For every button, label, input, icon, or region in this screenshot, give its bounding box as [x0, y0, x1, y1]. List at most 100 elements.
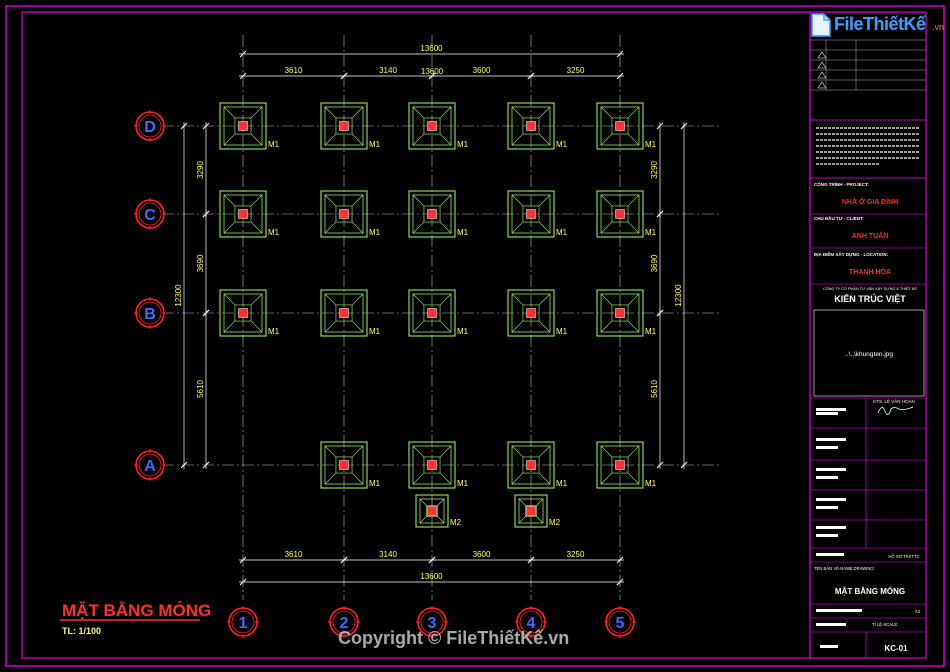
footing-m1-A4-slope	[538, 472, 551, 485]
footing-m1-C5-slope	[627, 221, 640, 234]
client-label: CHỦ ĐẦU TƯ - CLIENT:	[814, 215, 864, 221]
footing-m1-D4-slope	[538, 133, 551, 146]
tb-sign-label-0	[816, 408, 846, 411]
watermark-brand: FileThiếtKế	[834, 14, 926, 34]
grid-bubble-col-5-label: 5	[616, 615, 625, 632]
footing-m2-a-slope	[419, 498, 427, 506]
footing-m1-D4-slope	[538, 106, 551, 119]
footing-m1-C2-slope	[351, 221, 364, 234]
footing-m1-D1-slope	[223, 106, 236, 119]
paper-size: A3	[915, 609, 921, 614]
inner-border	[21, 11, 927, 659]
grid-bubble-col-1: 1	[227, 606, 259, 638]
footing-m1-C5-slope	[600, 194, 613, 207]
project-name: NHÀ Ở GIA ĐÌNH	[842, 197, 898, 206]
footing-m1-D3-column	[427, 121, 437, 131]
footing-m1-D3-slope	[439, 106, 452, 119]
dim-top-seg-3-text: 3250	[567, 66, 585, 75]
grid-bubble-col-5: 5	[604, 606, 636, 638]
footing-m1-B5-slope	[600, 293, 613, 306]
tb-sign-label-4	[816, 534, 838, 537]
footing-m1-B3-slope	[439, 320, 452, 333]
drawing-scale: TL: 1/100	[62, 626, 101, 636]
grid-bubble-row-C: C	[134, 198, 166, 230]
footing-m1-A5-label: M1	[645, 479, 657, 488]
dim-left-seg-0-text: 3290	[196, 161, 205, 179]
footing-m1-C1-slope	[223, 221, 236, 234]
footing-m1-C4-slope	[538, 194, 551, 207]
sheet-number: KC-01	[884, 644, 908, 653]
tb-stage-label	[816, 553, 844, 556]
footing-m1-C3-slope	[439, 221, 452, 234]
footing-m2-b-label: M2	[549, 518, 561, 527]
watermark-logo: FileThiếtKế .vn	[808, 8, 948, 40]
tb-sign-label-4	[816, 526, 846, 529]
footing-m1-D5-slope	[627, 106, 640, 119]
location-label: ĐỊA ĐIỂM XÂY DỰNG - LOCATION:	[814, 251, 889, 257]
revision-triangle-icon	[817, 61, 827, 69]
footing-m1-A3-label: M1	[457, 479, 469, 488]
footing-m1-C4-slope	[511, 194, 524, 207]
footing-m1-B2-label: M1	[369, 327, 381, 336]
footing-m1-C3-label: M1	[457, 228, 469, 237]
footing-m1-D1-slope	[250, 133, 263, 146]
footing-m1-D2-slope	[324, 106, 337, 119]
footing-m2-a-slope	[419, 516, 427, 524]
footing-m1-C1-label: M1	[268, 228, 280, 237]
dim-bottom-total-text: 13600	[420, 572, 443, 581]
footing-m1-D1-slope	[250, 106, 263, 119]
tb-date-label	[816, 623, 846, 626]
footing-m1-C3-slope	[412, 194, 425, 207]
title-block-frame	[809, 11, 927, 659]
footing-m1-B5-column	[615, 308, 625, 318]
footing-m1-D4-label: M1	[556, 140, 568, 149]
footing-m1-D3-slope	[412, 106, 425, 119]
footing-m1-A2-column	[339, 460, 349, 470]
footing-m1-B3-slope	[412, 293, 425, 306]
footing-m1-C2-slope	[324, 221, 337, 234]
watermark-tld: .vn	[932, 22, 945, 32]
footing-m1-A3-slope	[439, 445, 452, 458]
watermark-copyright: Copyright © FileThiếtKế.vn	[338, 628, 570, 648]
footing-m1-B5-label: M1	[645, 327, 657, 336]
foundation-plan-sheet: 13600 3610 3140 3600 3250 13600 3610 3140 3600 32…	[5, 5, 945, 667]
footing-m1-D1-label: M1	[268, 140, 280, 149]
tb-sign-label-2	[816, 476, 838, 479]
dim-top-seg-1-text: 3140	[379, 66, 397, 75]
drawing-name: MẶT BẰNG MÓNG	[835, 587, 905, 596]
tb-sign-label-2	[816, 468, 846, 471]
footing-m1-A5-slope	[627, 445, 640, 458]
footing-m1-C2-slope	[351, 194, 364, 207]
footing-m1-A5-slope	[600, 445, 613, 458]
footing-m1-D4-slope	[511, 133, 524, 146]
footing-m1-C4-slope	[538, 221, 551, 234]
project-label: CÔNG TRÌNH - PROJECT:	[814, 180, 869, 187]
grid-bubble-row-C-label: C	[144, 207, 156, 224]
drawing-title: MẶT BẰNG MÓNG	[62, 601, 211, 620]
designer-name: KTS. LÊ VĂN HOÀN	[873, 397, 915, 404]
footing-m1-A2-slope	[351, 445, 364, 458]
grid-bubble-row-B: B	[134, 297, 166, 329]
footing-m1-C3-slope	[412, 221, 425, 234]
footing-m1-C3-slope	[439, 194, 452, 207]
footing-m1-B3-slope	[412, 320, 425, 333]
outer-border	[5, 5, 945, 667]
dim-top-seg-2-text: 3600	[473, 66, 491, 75]
footing-m1-B4-slope	[511, 320, 524, 333]
footing-m1-C1-slope	[250, 221, 263, 234]
footing-m1-C1-column	[238, 209, 248, 219]
footing-m1-B1-slope	[250, 320, 263, 333]
footing-m1-A3-slope	[412, 472, 425, 485]
footing-m1-A3-column	[427, 460, 437, 470]
footing-m1-D5-slope	[600, 106, 613, 119]
footing-m1-B2-column	[339, 308, 349, 318]
footing-m1-B2-slope	[324, 293, 337, 306]
footing-m1-D5-slope	[600, 133, 613, 146]
logo-image-placeholder: ..\..\khungten.jpg	[845, 351, 893, 358]
revision-triangle-icon	[817, 71, 827, 79]
dim-bottom-seg-1-text: 3140	[379, 550, 397, 559]
drawing-name-label: TÊN BẢN VẼ-NAME DRAWING:	[814, 566, 875, 571]
footing-m1-B1-slope	[223, 320, 236, 333]
grid-bubble-row-A: A	[134, 449, 166, 481]
footing-m1-A4-slope	[538, 445, 551, 458]
